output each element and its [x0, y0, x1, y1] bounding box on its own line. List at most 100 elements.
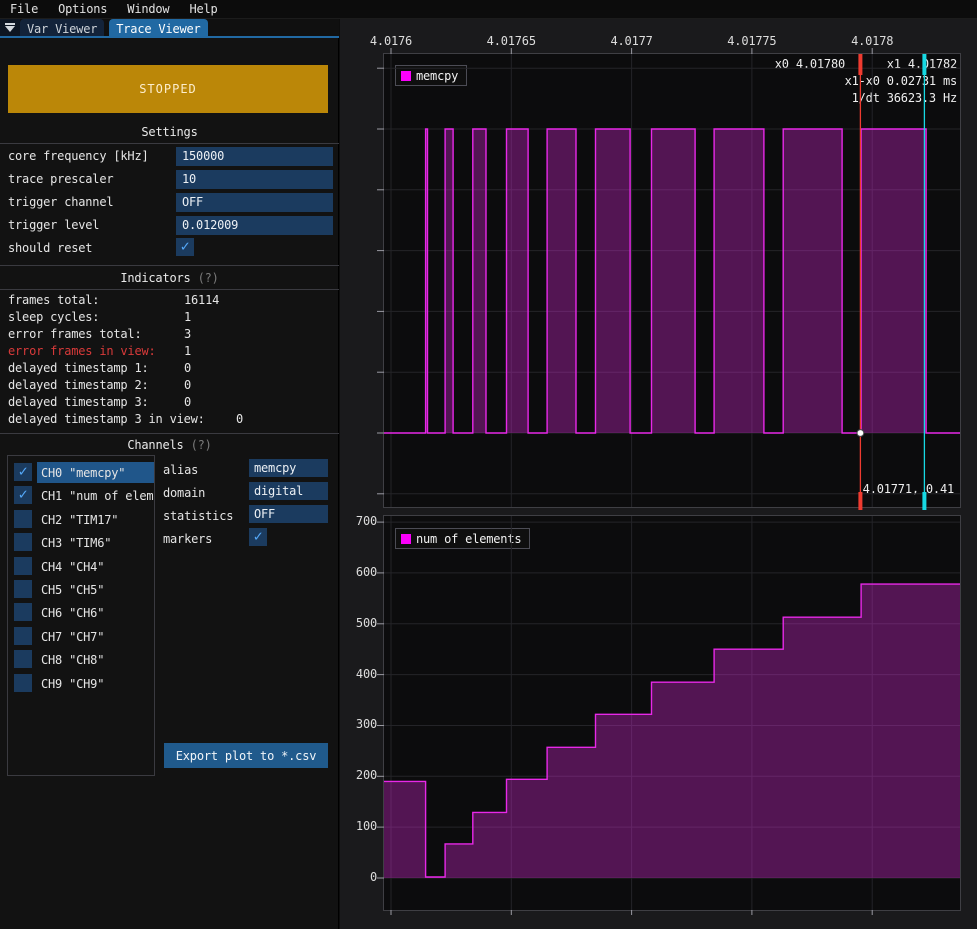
setting-label: trace prescaler: [8, 172, 113, 186]
channel-row[interactable]: ✓CH8 "CH8": [8, 650, 154, 672]
plot-canvas[interactable]: [384, 54, 960, 507]
setting-input-2[interactable]: [176, 193, 333, 212]
alias-label: alias: [163, 463, 198, 477]
channel-row[interactable]: ✓ CH3 "TIM6": [8, 533, 154, 555]
should-reset-checkbox[interactable]: ✓: [176, 238, 194, 256]
trace-plot[interactable]: memcpy x0 4.01780 x1 4.01782 x1-x0 0.027…: [383, 53, 961, 508]
setting-label: trigger level: [8, 218, 99, 232]
channel-checkbox[interactable]: ✓: [14, 674, 32, 692]
setting-input-3[interactable]: [176, 216, 333, 235]
check-icon: ✓: [19, 487, 28, 502]
menu-item-window[interactable]: Window: [117, 0, 179, 18]
indicator-value: 0: [184, 378, 191, 392]
markers-label: markers: [163, 532, 212, 546]
indicator-label: delayed timestamp 2:: [8, 378, 149, 392]
channel-checkbox[interactable]: ✓: [14, 463, 32, 481]
statistics-label: statistics: [163, 509, 233, 523]
tab-trace-viewer[interactable]: Trace Viewer: [109, 19, 207, 36]
setting-input-0[interactable]: [176, 147, 333, 166]
x-tick-label: 4.0177: [611, 34, 653, 48]
x-tick-label: 4.0176: [370, 34, 412, 48]
channel-label: CH3 "TIM6": [41, 536, 154, 550]
channel-label: CH5 "CH5": [41, 583, 154, 597]
channel-row[interactable]: ✓ CH2 "TIM17": [8, 510, 154, 532]
x-tick-label: 4.0178: [851, 34, 893, 48]
channels-header: Channels (?): [0, 438, 339, 452]
domain-select[interactable]: digital: [249, 482, 328, 500]
digital-signal-trace: [384, 129, 960, 433]
indicator-value: 0: [184, 361, 191, 375]
channel-label: CH0 "memcpy": [41, 466, 154, 480]
channel-row[interactable]: ✓ CH6 "CH6": [8, 603, 154, 625]
setting-label: trigger channel: [8, 195, 113, 209]
channel-row[interactable]: ✓ CH1 "num of elem: [8, 486, 154, 508]
indicator-label: delayed timestamp 1:: [8, 361, 149, 375]
channel-checkbox[interactable]: ✓: [14, 486, 32, 504]
y-tick-label: 400: [345, 667, 377, 681]
channel-checkbox[interactable]: ✓: [14, 650, 32, 668]
separator: [0, 143, 339, 144]
domain-label: domain: [163, 486, 205, 500]
help-icon: (?): [191, 438, 212, 452]
channel-checkbox[interactable]: ✓: [14, 557, 32, 575]
chevron-down-icon[interactable]: [0, 19, 20, 36]
markers-checkbox[interactable]: ✓: [249, 528, 267, 546]
elements-plot[interactable]: num of elements: [383, 515, 961, 911]
indicator-value: 3: [184, 327, 191, 341]
y-tick-label: 200: [345, 768, 377, 782]
settings-header: Settings: [0, 125, 339, 139]
channel-row[interactable]: ✓ CH7 "CH7": [8, 627, 154, 649]
separator: [0, 265, 339, 266]
channels-listbox[interactable]: ✓ CH0 "memcpy" ✓ CH1 "num of elem ✓ CH2 "TIM1…: [7, 455, 155, 776]
channel-label: CH6 "CH6": [41, 606, 154, 620]
indicator-label: delayed timestamp 3 in view:: [8, 412, 205, 426]
menu-item-options[interactable]: Options: [48, 0, 117, 18]
menu-item-file[interactable]: File: [0, 0, 48, 18]
alias-input[interactable]: [249, 459, 328, 477]
check-icon: ✓: [181, 239, 190, 254]
channel-checkbox[interactable]: ✓: [14, 627, 32, 645]
tab-var-viewer[interactable]: Var Viewer: [20, 19, 104, 36]
separator: [0, 289, 339, 290]
x-tick-label: 4.01765: [487, 34, 536, 48]
channel-row[interactable]: ✓ CH9 "CH9": [8, 674, 154, 696]
y-tick-label: 500: [345, 616, 377, 630]
indicator-label: error frames total:: [8, 327, 141, 341]
channel-checkbox[interactable]: ✓: [14, 580, 32, 598]
x-tick-label: 4.01775: [727, 34, 776, 48]
collapse-triangle-icon: [5, 23, 15, 32]
indicator-value: 1: [184, 344, 191, 358]
setting-input-1[interactable]: [176, 170, 333, 189]
should-reset-label: should reset: [8, 241, 92, 255]
y-tick-label: 700: [345, 514, 377, 528]
export-csv-button[interactable]: Export plot to *.csv: [164, 743, 328, 768]
statistics-select[interactable]: OFF: [249, 505, 328, 523]
check-icon: ✓: [254, 529, 263, 544]
hover-point-dot: [857, 430, 864, 437]
channel-checkbox[interactable]: ✓: [14, 603, 32, 621]
y-tick-label: 600: [345, 565, 377, 579]
indicator-label: sleep cycles:: [8, 310, 99, 324]
help-icon: (?): [198, 271, 219, 285]
channel-label: CH1 "num of elem: [41, 489, 154, 503]
channel-label: CH7 "CH7": [41, 630, 154, 644]
channel-row[interactable]: ✓ CH5 "CH5": [8, 580, 154, 602]
channel-label: CH2 "TIM17": [41, 513, 154, 527]
channel-row[interactable]: ✓ CH4 "CH4": [8, 557, 154, 579]
channel-label: CH4 "CH4": [41, 560, 154, 574]
setting-label: core frequency [kHz]: [8, 149, 149, 163]
indicator-value: 0: [184, 395, 191, 409]
indicator-value: 1: [184, 310, 191, 324]
channel-label: CH9 "CH9": [41, 677, 154, 691]
indicators-header: Indicators (?): [0, 271, 339, 285]
channel-checkbox[interactable]: ✓: [14, 533, 32, 551]
indicator-value: 0: [236, 412, 243, 426]
left-panel: Var ViewerTrace Viewer STOPPED Settings …: [0, 19, 339, 929]
acquisition-state-button[interactable]: STOPPED: [8, 65, 328, 113]
plot-canvas[interactable]: [384, 516, 960, 910]
channel-checkbox[interactable]: ✓: [14, 510, 32, 528]
menu-item-help[interactable]: Help: [179, 0, 227, 18]
check-icon: ✓: [19, 464, 28, 479]
channel-row[interactable]: ✓ CH0 "memcpy": [8, 463, 154, 485]
plot-panel: memcpy x0 4.01780 x1 4.01782 x1-x0 0.027…: [340, 19, 977, 929]
